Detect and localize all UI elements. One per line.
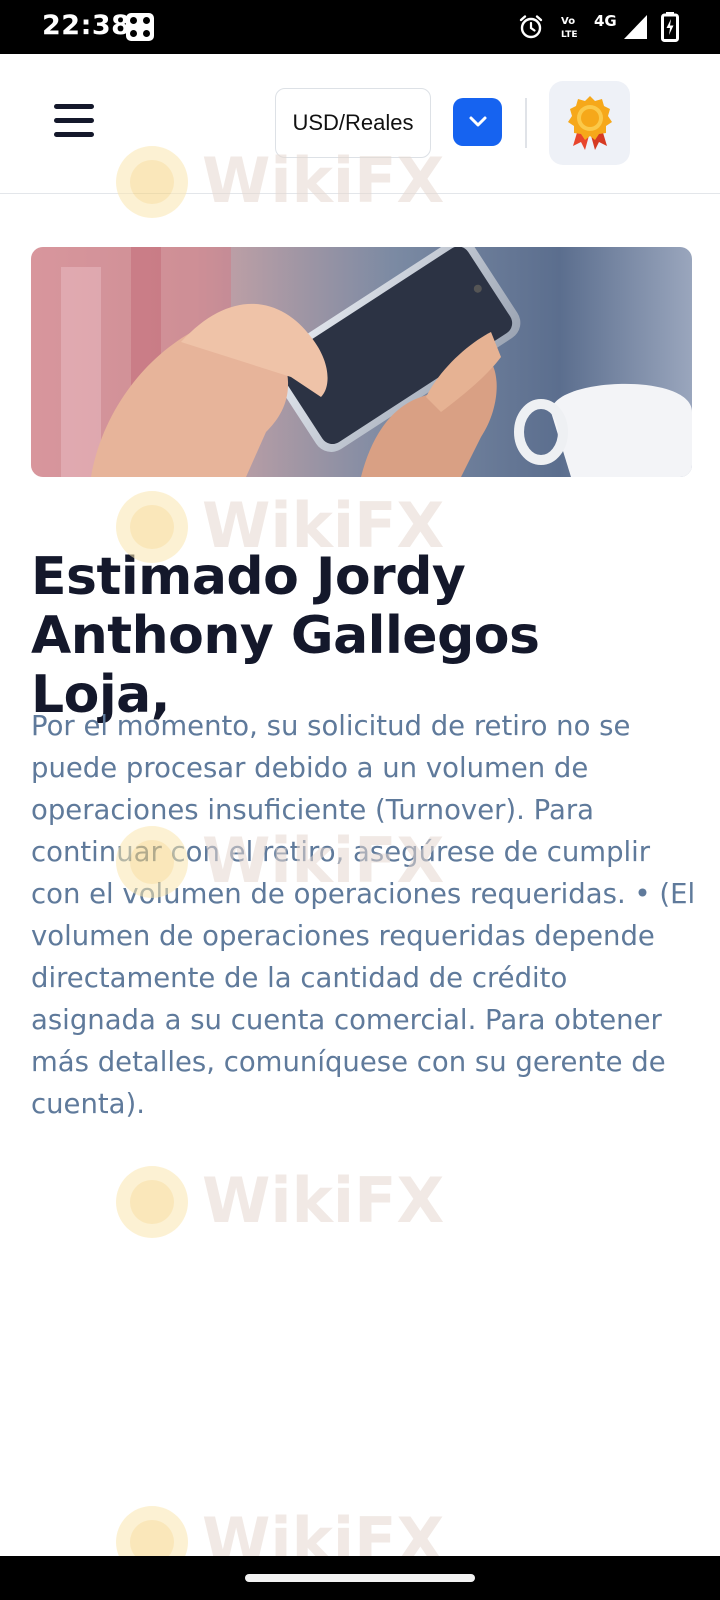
- watermark-logo: WikiFX: [116, 1164, 444, 1238]
- dice-icon: [126, 13, 154, 41]
- volte-icon: Vo LTE: [561, 16, 578, 40]
- battery-charging-icon: [661, 12, 679, 42]
- chevron-down-icon: [469, 116, 486, 127]
- hamburger-menu-icon[interactable]: [54, 104, 94, 138]
- status-bar: 22:38 Vo LTE 4G: [0, 0, 720, 54]
- svg-text:Vo: Vo: [561, 16, 575, 27]
- watermark-text: WikiFX: [202, 1164, 444, 1237]
- signal-icon: [624, 15, 647, 39]
- alarm-icon: [519, 15, 543, 39]
- app-header: USD/Reales: [0, 54, 720, 194]
- system-nav-bar: [0, 1556, 720, 1600]
- currency-dropdown-button[interactable]: [453, 98, 502, 146]
- svg-text:LTE: LTE: [561, 30, 578, 40]
- home-gesture-handle[interactable]: [245, 1574, 475, 1582]
- greeting-heading: Estimado Jordy Anthony Gallegos Loja,: [31, 547, 540, 725]
- header-divider: [525, 98, 527, 148]
- rewards-button[interactable]: [549, 81, 630, 165]
- smartphone-hand-photo: [31, 247, 692, 477]
- withdrawal-message: Por el momento, su solicitud de retiro n…: [31, 710, 696, 1120]
- currency-selector[interactable]: USD/Reales: [275, 88, 431, 158]
- banner-image: [31, 247, 692, 477]
- status-time: 22:38: [42, 10, 131, 41]
- network-type: 4G: [594, 12, 617, 30]
- award-medal-icon: [567, 96, 612, 150]
